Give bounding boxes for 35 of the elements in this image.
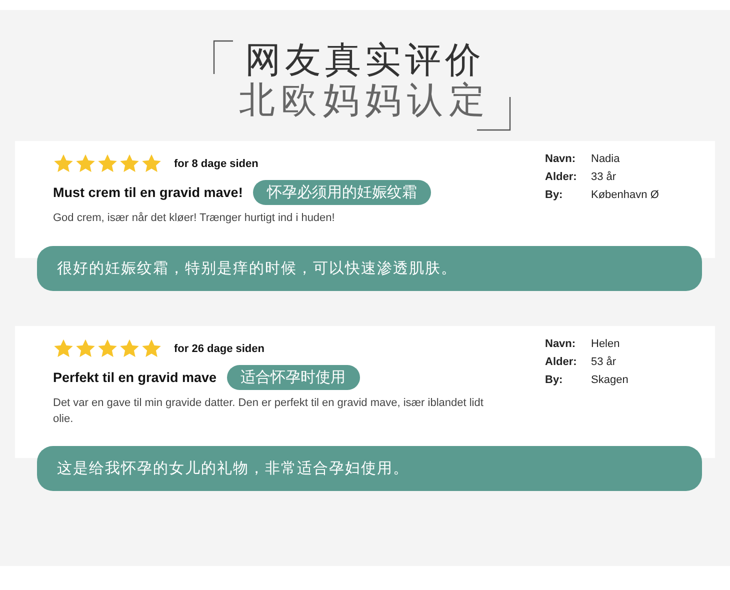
review-title: Perfekt til en gravid mave xyxy=(53,370,217,386)
corner-bracket-icon xyxy=(213,40,233,74)
star-icon xyxy=(119,153,140,174)
translation-banner: 这是给我怀孕的女儿的礼物，非常适合孕妇使用。 xyxy=(37,446,702,492)
detail-label: By: xyxy=(545,374,564,386)
detail-label: Alder: xyxy=(545,171,578,184)
star-icon xyxy=(53,153,74,174)
star-icon xyxy=(75,153,96,174)
review-date: for 26 dage siden xyxy=(174,342,264,355)
detail-value: 33 år xyxy=(591,171,618,184)
review-title: Must crem til en gravid mave! xyxy=(53,185,243,200)
detail-value: København Ø xyxy=(591,189,660,202)
star-icon xyxy=(141,338,162,360)
detail-value: Nadia xyxy=(591,153,621,166)
detail-label: By: xyxy=(545,189,564,202)
star-icon xyxy=(119,338,140,360)
review-date: for 8 dage siden xyxy=(174,158,258,170)
detail-value: 53 år xyxy=(591,356,618,368)
star-icon xyxy=(141,153,162,174)
translation-banner: 很好的妊娠纹霜，特别是痒的时候，可以快速渗透肌肤。 xyxy=(37,246,702,292)
detail-value: Skagen xyxy=(591,374,630,386)
review-text: Det var en gave til min gravide datter. Den er perfekt til en gravid mave, især iblandet lidt olie. xyxy=(53,396,484,428)
review-text: God crem, især når det kløer! Trænger hurtigt ind i huden! xyxy=(53,211,336,226)
tag-label: 怀孕必须用的妊娠纹霜 xyxy=(252,180,431,206)
star-icon xyxy=(97,153,118,174)
heading-subtitle: 北欧妈妈认定 xyxy=(239,80,491,120)
detail-label: Alder: xyxy=(545,356,578,368)
heading-title: 网友真实评价 xyxy=(245,40,485,80)
detail-label: Navn: xyxy=(545,153,577,166)
tag-label: 适合怀孕时使用 xyxy=(226,365,360,390)
star-icon xyxy=(53,338,74,360)
star-icon xyxy=(75,338,96,360)
detail-value: Helen xyxy=(591,338,621,350)
detail-label: Navn: xyxy=(545,338,577,350)
star-icon xyxy=(97,338,118,360)
